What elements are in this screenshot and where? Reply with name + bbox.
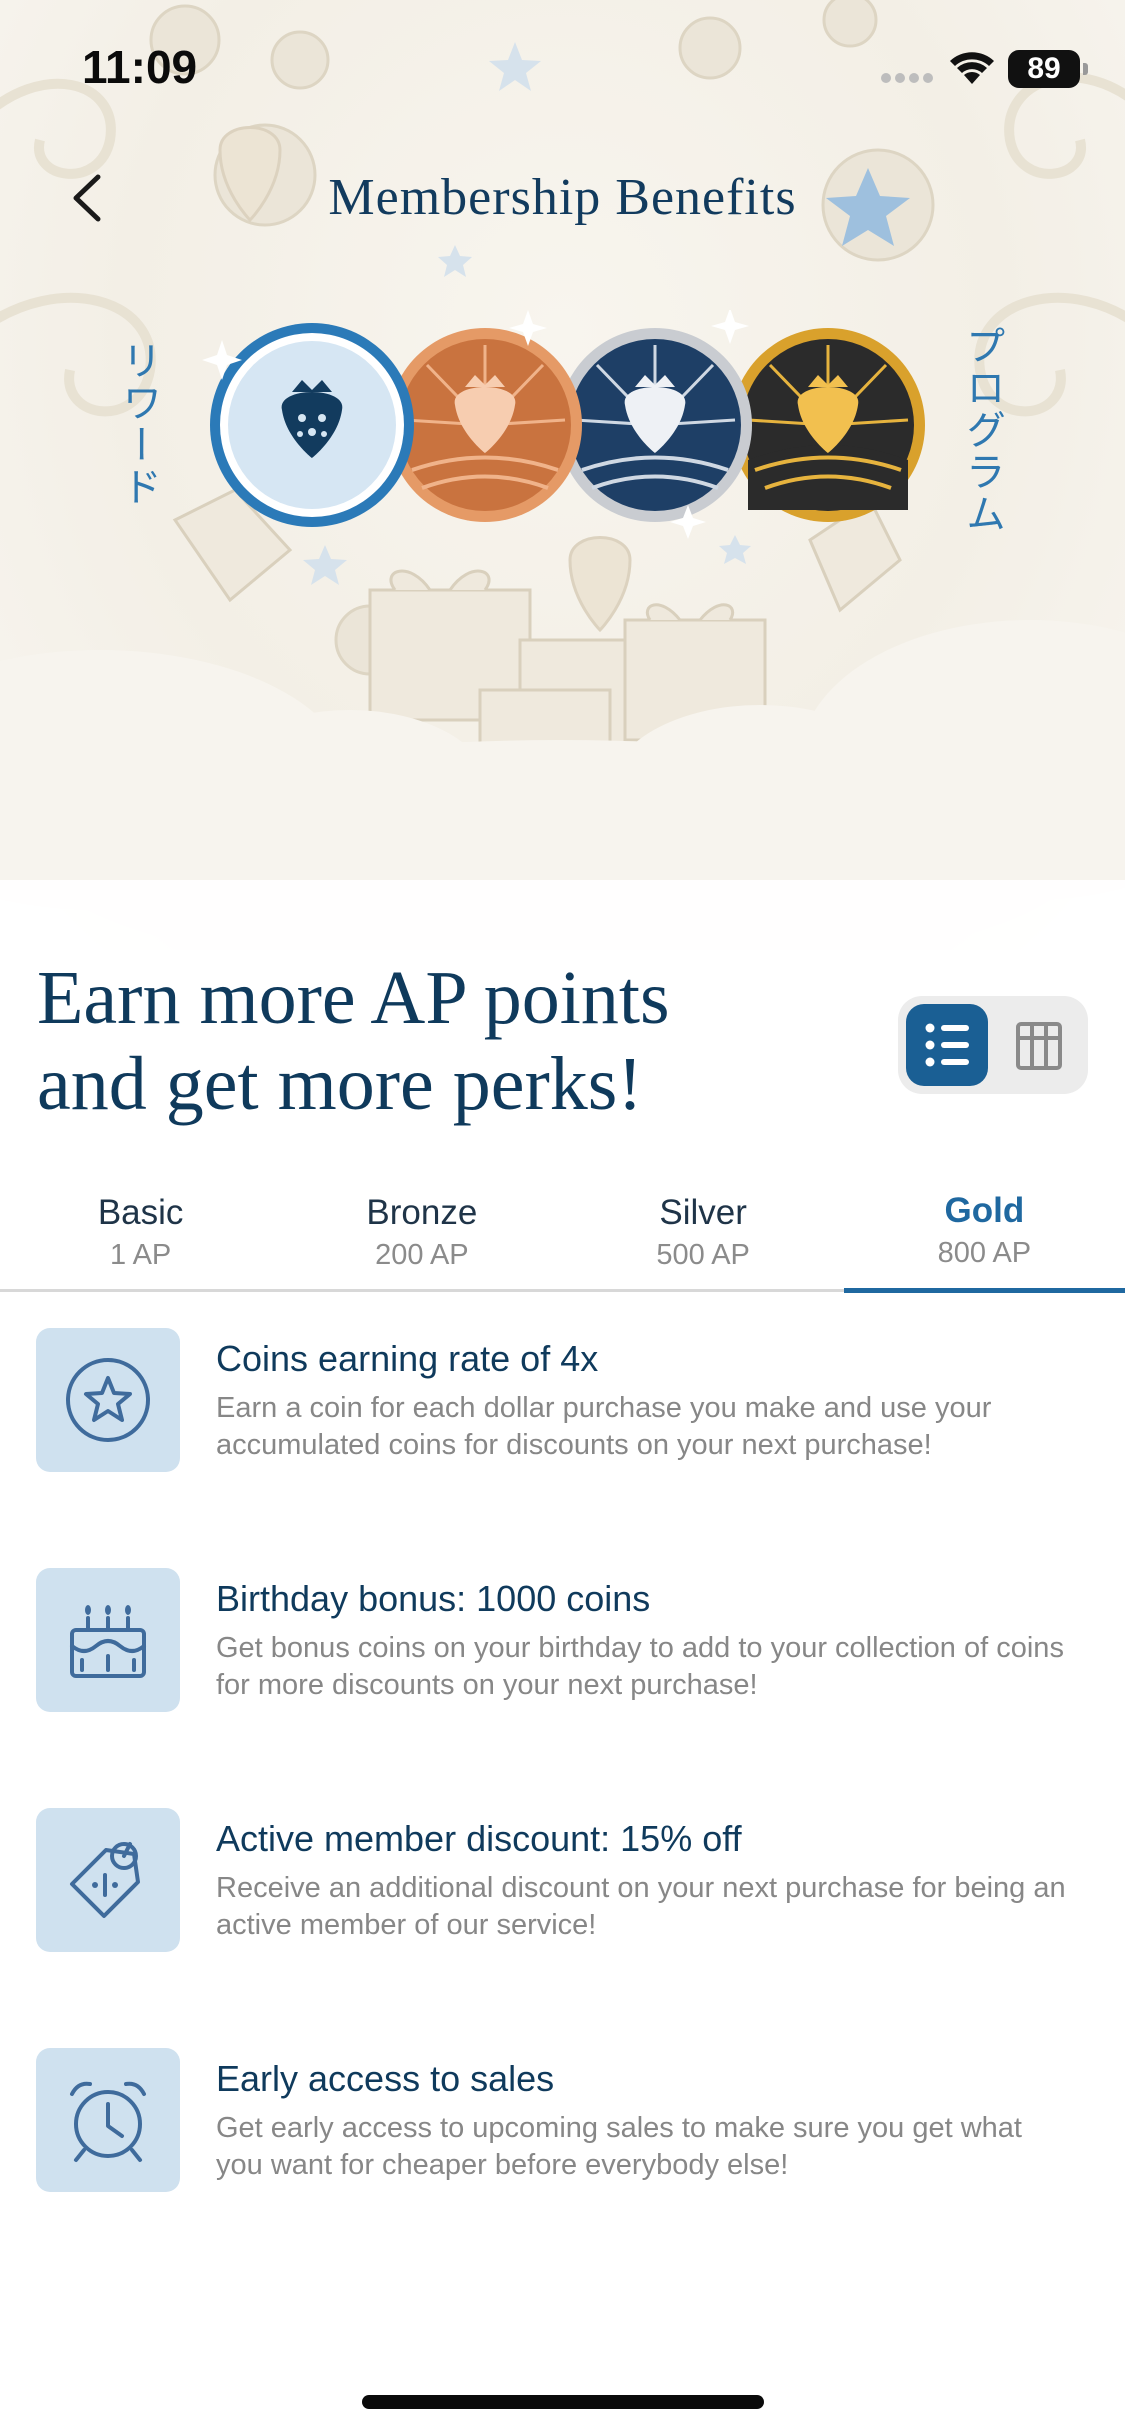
tab-name: Gold (944, 1191, 1025, 1230)
hero-banner: 11:09 89 Membership Benefits リワード プログラム (0, 0, 1125, 950)
cellular-signal-icon (881, 73, 933, 83)
star-coin-icon (66, 1358, 150, 1442)
benefit-title: Coins earning rate of 4x (216, 1338, 599, 1379)
benefit-description: Earn a coin for each dollar purchase you… (216, 1392, 992, 1461)
benefit-title: Birthday bonus: 1000 coins (216, 1578, 651, 1619)
tab-basic[interactable]: Basic 1 AP (0, 1185, 281, 1289)
hero-japanese-text-left: リワード (115, 340, 161, 508)
tab-points: 800 AP (937, 1237, 1032, 1269)
tier-tabs: Basic 1 AP Bronze 200 AP Silver 500 AP G… (0, 1185, 1125, 1293)
benefit-title: Early access to sales (216, 2058, 555, 2099)
list-item: Coins earning rate of 4x Earn a coin for… (0, 1326, 1125, 1566)
tab-silver[interactable]: Silver 500 AP (563, 1185, 844, 1289)
list-item: Active member discount: 15% off Receive … (0, 1806, 1125, 2046)
list-item: Early access to sales Get early access t… (0, 2046, 1125, 2286)
tier-badges (202, 310, 925, 539)
bronze-strawberry-badge (388, 328, 582, 522)
discount-tag-icon (70, 1842, 140, 1918)
list-view-icon (925, 1023, 969, 1067)
tab-bronze[interactable]: Bronze 200 AP (281, 1185, 562, 1289)
grid-view-button[interactable] (998, 1004, 1080, 1086)
benefit-description: Receive an additional discount on your n… (216, 1872, 1066, 1941)
tab-name: Bronze (366, 1193, 478, 1232)
alarm-clock-icon (70, 2081, 146, 2162)
tab-points: 1 AP (109, 1239, 172, 1271)
tab-points: 500 AP (656, 1239, 750, 1271)
membership-benefits-screen: 11:09 89 Membership Benefits リワード プログラム (0, 0, 1125, 2436)
benefit-icon-tile (36, 1568, 180, 1712)
view-toggle (898, 996, 1088, 1094)
wifi-icon (950, 52, 994, 84)
headline-line-2: and get more perks! (37, 1042, 643, 1126)
benefit-icon-tile (36, 1808, 180, 1952)
grid-view-icon (1016, 1022, 1062, 1070)
battery-indicator: 89 (1008, 50, 1088, 88)
benefit-description: Get early access to upcoming sales to ma… (216, 2112, 1022, 2181)
basic-strawberry-badge (210, 323, 414, 527)
tab-name: Silver (659, 1193, 747, 1232)
headline-line-1: Earn more AP points (37, 956, 670, 1040)
benefit-title: Active member discount: 15% off (216, 1818, 742, 1859)
tab-name: Basic (97, 1193, 184, 1232)
birthday-cake-icon (70, 1605, 146, 1678)
home-indicator[interactable] (362, 2395, 764, 2409)
benefits-list: Coins earning rate of 4x Earn a coin for… (0, 1326, 1125, 2286)
hero-japanese-text-right: プログラム (959, 325, 1005, 535)
headline: Earn more AP points and get more perks! (37, 955, 837, 1127)
tab-gold[interactable]: Gold 800 AP (843, 1185, 1125, 1293)
list-view-button[interactable] (906, 1004, 988, 1086)
tab-points: 200 AP (375, 1239, 469, 1271)
silver-strawberry-badge (558, 328, 752, 522)
benefit-icon-tile (36, 2048, 180, 2192)
page-title: Membership Benefits (328, 169, 797, 226)
list-item: Birthday bonus: 1000 coins Get bonus coi… (0, 1566, 1125, 1806)
benefit-icon-tile (36, 1328, 180, 1472)
benefit-description: Get bonus coins on your birthday to add … (216, 1632, 1064, 1701)
gold-strawberry-badge (731, 328, 925, 522)
status-time: 11:09 (82, 41, 198, 93)
